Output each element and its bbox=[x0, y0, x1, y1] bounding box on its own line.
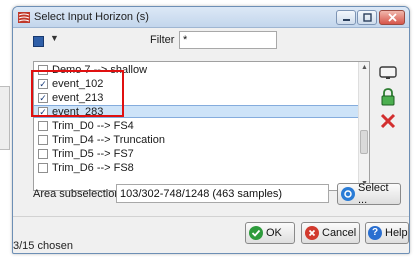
scroll-thumb[interactable] bbox=[360, 130, 368, 154]
vertical-scrollbar[interactable]: ▲ ▼ bbox=[358, 62, 369, 190]
list-item-label: Trim_D6 --> FS8 bbox=[52, 161, 134, 174]
lock-icon bbox=[381, 88, 395, 106]
help-question-icon: ? bbox=[368, 226, 382, 240]
list-item[interactable]: ✓ event_102 bbox=[34, 77, 358, 90]
divider bbox=[13, 216, 409, 217]
remove-x-icon bbox=[380, 113, 396, 129]
checkbox[interactable]: ✓ bbox=[38, 92, 48, 103]
list-item-label: event_102 bbox=[52, 77, 104, 90]
list-item-label: Demo 7 --> shallow bbox=[52, 63, 148, 76]
cancel-button[interactable]: Cancel bbox=[301, 222, 360, 244]
list-item[interactable]: Demo 7 --> shallow bbox=[34, 63, 358, 76]
ok-button-label: OK bbox=[266, 227, 282, 239]
chevron-down-icon[interactable]: ▼ bbox=[50, 33, 59, 43]
status-text: 3/15 chosen bbox=[13, 240, 73, 252]
close-icon bbox=[387, 13, 397, 22]
check-icon bbox=[249, 226, 263, 240]
list-item[interactable]: Trim_D4 --> Truncation bbox=[34, 133, 358, 146]
checkbox[interactable]: ✓ bbox=[38, 106, 48, 117]
help-button-label: Help bbox=[385, 227, 408, 239]
title-bar[interactable]: Select Input Horizon (s) bbox=[13, 7, 409, 28]
maximize-button[interactable] bbox=[357, 10, 377, 25]
list-item[interactable]: Trim_D5 --> FS7 bbox=[34, 147, 358, 160]
cancel-button-label: Cancel bbox=[322, 227, 357, 239]
checkbox[interactable] bbox=[38, 64, 48, 75]
minimize-button[interactable] bbox=[336, 10, 356, 25]
list-item[interactable]: Trim_D0 --> FS4 bbox=[34, 119, 358, 132]
checkbox[interactable] bbox=[38, 162, 48, 173]
scroll-up-icon[interactable]: ▲ bbox=[359, 63, 369, 73]
help-button[interactable]: ? Help bbox=[365, 222, 409, 244]
area-subselection-label: Area subselection bbox=[33, 188, 121, 200]
dialog-title: Select Input Horizon (s) bbox=[34, 11, 149, 23]
list-item-label: Trim_D5 --> FS7 bbox=[52, 147, 134, 160]
filter-label: Filter bbox=[150, 34, 175, 46]
remove-item-button[interactable] bbox=[377, 111, 399, 131]
checkbox[interactable] bbox=[38, 120, 48, 131]
list-item-label: event_213 bbox=[52, 91, 104, 104]
list-item[interactable]: ✓ event_213 bbox=[34, 91, 358, 104]
settings-icon bbox=[341, 187, 355, 201]
list-item-label: Trim_D4 --> Truncation bbox=[52, 133, 165, 146]
list-item[interactable]: Trim_D6 --> FS8 bbox=[34, 161, 358, 174]
select-button-label: Select ... bbox=[358, 182, 389, 206]
select-area-button[interactable]: Select ... bbox=[337, 182, 401, 206]
filter-input[interactable] bbox=[179, 31, 277, 49]
display-item-button[interactable] bbox=[377, 63, 399, 83]
maximize-icon bbox=[362, 13, 372, 22]
monitor-icon bbox=[379, 66, 397, 79]
list-item-selected[interactable]: ✓ event_283 bbox=[34, 105, 358, 118]
list-item-label: event_283 bbox=[52, 105, 104, 118]
select-all-icon[interactable] bbox=[33, 36, 44, 47]
close-button[interactable] bbox=[379, 10, 405, 25]
ok-button[interactable]: OK bbox=[245, 222, 295, 244]
checkbox[interactable]: ✓ bbox=[38, 78, 48, 89]
list-item-label: Trim_D0 --> FS4 bbox=[52, 119, 134, 132]
select-input-horizon-dialog: Select Input Horizon (s) ▼ Filter Demo 7… bbox=[12, 6, 410, 254]
app-icon bbox=[18, 12, 30, 23]
lock-item-button[interactable] bbox=[377, 87, 399, 107]
cancel-x-icon bbox=[305, 226, 319, 240]
horizon-listbox[interactable]: Demo 7 --> shallow ✓ event_102 ✓ event_2… bbox=[33, 61, 370, 191]
checkbox[interactable] bbox=[38, 148, 48, 159]
area-subselection-field[interactable] bbox=[116, 184, 329, 203]
checkbox[interactable] bbox=[38, 134, 48, 145]
background-window-edge bbox=[0, 86, 10, 150]
minimize-icon bbox=[342, 19, 350, 21]
